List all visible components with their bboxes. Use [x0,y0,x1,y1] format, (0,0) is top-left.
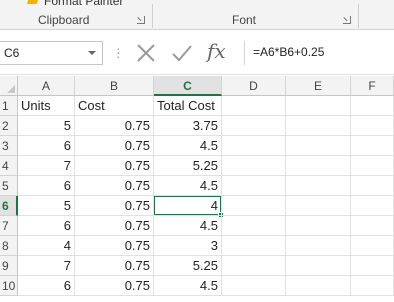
column-header-f[interactable]: F [351,76,394,96]
cell-f4[interactable] [351,156,394,176]
check-icon[interactable] [170,42,194,64]
row-header-3[interactable]: 3 [0,136,18,156]
cell-c6[interactable]: 4 [154,196,222,216]
ribbon: Format Painter Clipboard Font [0,0,394,30]
cell-b4[interactable]: 0.75 [75,156,154,176]
cell-e8[interactable] [286,236,351,256]
cell-f8[interactable] [351,236,394,256]
row-header-7[interactable]: 7 [0,216,18,236]
cell-c7[interactable]: 4.5 [154,216,222,236]
cell-c5[interactable]: 4.5 [154,176,222,196]
column-header-e[interactable]: E [286,76,351,96]
cell-b7[interactable]: 0.75 [75,216,154,236]
group-divider [358,4,359,28]
clipboard-dialog-launcher-icon[interactable] [137,16,145,24]
cell-e3[interactable] [286,136,351,156]
cell-c8[interactable]: 3 [154,236,222,256]
row-header-10[interactable]: 10 [0,276,18,296]
font-group-label: Font [232,13,257,27]
name-box[interactable]: C6 [0,41,103,65]
cell-a2[interactable]: 5 [18,116,75,136]
row-header-9[interactable]: 9 [0,256,18,276]
cell-a1[interactable]: Units [18,96,75,116]
cell-d2[interactable] [222,116,286,136]
column-header-d[interactable]: D [222,76,286,96]
cell-f2[interactable] [351,116,394,136]
paintbrush-icon [26,0,40,4]
cell-d6[interactable] [222,196,286,216]
row-header-1[interactable]: 1 [0,96,18,116]
cell-e6[interactable] [286,196,351,216]
cell-f3[interactable] [351,136,394,156]
cell-a7[interactable]: 6 [18,216,75,236]
cell-e10[interactable] [286,276,351,296]
cell-b8[interactable]: 0.75 [75,236,154,256]
group-divider [152,4,153,28]
name-box-value: C6 [4,46,20,60]
format-painter-button[interactable]: Format Painter [26,0,124,8]
cell-b5[interactable]: 0.75 [75,176,154,196]
row-header-4[interactable]: 4 [0,156,18,176]
row-header-6[interactable]: 6 [0,196,18,216]
cell-c9[interactable]: 5.25 [154,256,222,276]
font-dialog-launcher-icon[interactable] [343,16,351,24]
column-header-c[interactable]: C [154,76,222,96]
cell-e4[interactable] [286,156,351,176]
cell-a9[interactable]: 7 [18,256,75,276]
cell-a6[interactable]: 5 [18,196,75,216]
cell-e9[interactable] [286,256,351,276]
chevron-down-icon[interactable] [88,51,96,55]
cell-a5[interactable]: 6 [18,176,75,196]
cell-d3[interactable] [222,136,286,156]
cell-a10[interactable]: 6 [18,276,75,296]
cell-c3[interactable]: 4.5 [154,136,222,156]
cell-c4[interactable]: 5.25 [154,156,222,176]
cell-d7[interactable] [222,216,286,236]
formula-value: =A6*B6+0.25 [253,45,325,59]
cell-d5[interactable] [222,176,286,196]
row-header-2[interactable]: 2 [0,116,18,136]
cell-f10[interactable] [351,276,394,296]
cell-b9[interactable]: 0.75 [75,256,154,276]
cell-e7[interactable] [286,216,351,236]
cell-e5[interactable] [286,176,351,196]
cell-a8[interactable]: 4 [18,236,75,256]
select-all-button[interactable] [0,76,18,96]
cell-f6[interactable] [351,196,394,216]
formula-input[interactable]: =A6*B6+0.25 [244,41,394,65]
cell-d4[interactable] [222,156,286,176]
cell-c2[interactable]: 3.75 [154,116,222,136]
worksheet-grid: A B C D E F 1 Units Cost Total Cost 2 5 0.75 3.75 3 6 0.… [0,76,394,302]
formula-bar-row: C6 · · · fx =A6*B6+0.25 [0,31,394,75]
cell-c10[interactable]: 4.5 [154,276,222,296]
cell-f5[interactable] [351,176,394,196]
cell-a3[interactable]: 6 [18,136,75,156]
close-icon[interactable] [135,42,157,64]
column-header-a[interactable]: A [18,76,75,96]
cell-d9[interactable] [222,256,286,276]
cell-d10[interactable] [222,276,286,296]
cell-b1[interactable]: Cost [75,96,154,116]
cell-d1[interactable] [222,96,286,116]
cell-b2[interactable]: 0.75 [75,116,154,136]
cell-f1[interactable] [351,96,394,116]
format-painter-label: Format Painter [44,0,124,8]
cell-b6[interactable]: 0.75 [75,196,154,216]
cell-b10[interactable]: 0.75 [75,276,154,296]
clipboard-group-label: Clipboard [38,13,90,27]
column-header-b[interactable]: B [75,76,154,96]
cell-e1[interactable] [286,96,351,116]
formula-bar-grip-icon[interactable]: · · · [116,41,121,63]
cell-b3[interactable]: 0.75 [75,136,154,156]
row-header-5[interactable]: 5 [0,176,18,196]
cell-d8[interactable] [222,236,286,256]
cell-a4[interactable]: 7 [18,156,75,176]
cell-f7[interactable] [351,216,394,236]
cell-c1[interactable]: Total Cost [154,96,222,116]
cell-e2[interactable] [286,116,351,136]
cell-f9[interactable] [351,256,394,276]
row-header-8[interactable]: 8 [0,236,18,256]
fx-icon[interactable]: fx [207,39,226,63]
